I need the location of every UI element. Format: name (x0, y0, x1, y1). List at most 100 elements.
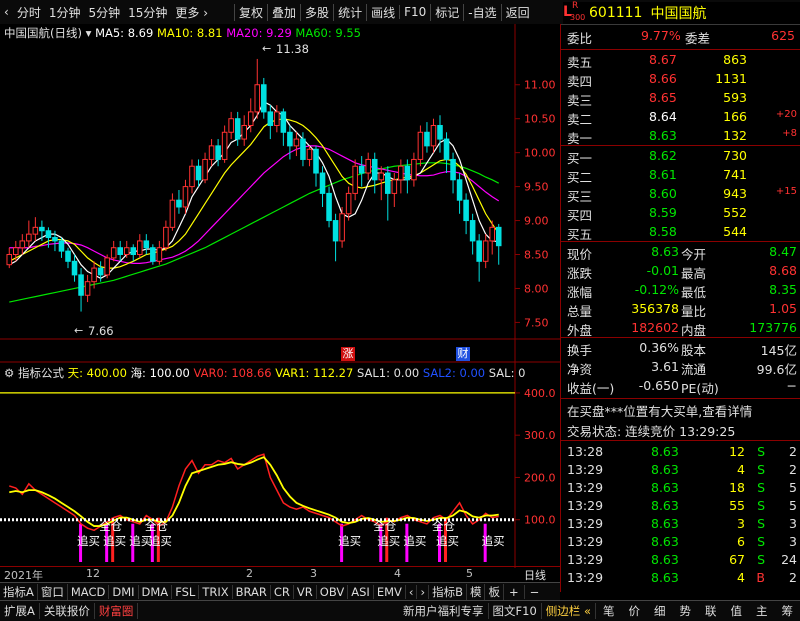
toolbar-item-f10[interactable]: F10 (399, 5, 430, 19)
side-tab-shi[interactable]: 势 (673, 603, 699, 619)
tick-price: 8.63 (651, 444, 679, 459)
zhuimai-label: 追买 (149, 533, 172, 549)
candle-body (431, 125, 436, 145)
side-tab-xi[interactable]: 细 (647, 603, 673, 619)
tick-volume: 4 (737, 570, 745, 585)
ask-label: 卖二 (567, 109, 592, 128)
toolbar-item-15min[interactable]: 15分钟 (124, 4, 171, 21)
toolbar-arrow-icon[interactable]: ‹ (0, 5, 13, 19)
chevron-down-icon[interactable]: ▾ (86, 26, 92, 40)
bid-price: 8.61 (649, 167, 677, 182)
price-axis-label: 8.50 (524, 249, 549, 262)
sal2-value: SAL2: 0.00 (423, 366, 485, 380)
tab-trix[interactable]: TRIX (199, 585, 232, 599)
candle-body (372, 159, 377, 179)
tick-side: S (757, 498, 765, 513)
tab-add-icon[interactable]: + (504, 585, 525, 599)
candle-body (53, 238, 58, 241)
fund-value-right: 99.6亿 (757, 359, 797, 378)
candle-body (216, 146, 221, 160)
toolbar-item-5min[interactable]: 5分钟 (84, 4, 124, 21)
bid-volume: 730 (723, 148, 747, 163)
candle-body (46, 231, 51, 238)
tab-guanlian-baojia[interactable]: 关联报价 (40, 603, 95, 619)
ask-label: 卖四 (567, 71, 592, 90)
tab-asi[interactable]: ASI (348, 585, 374, 599)
tab-kuozhan-a[interactable]: 扩展A (0, 603, 40, 619)
tab-macd[interactable]: MACD (68, 585, 109, 599)
tab-dma[interactable]: DMA (139, 585, 173, 599)
tab-zhibiao-b[interactable]: 指标B (429, 584, 467, 600)
tab-ban[interactable]: 板 (485, 584, 504, 600)
tab-remove-icon[interactable]: − (525, 585, 545, 599)
toolbar-item-biaoji[interactable]: 标记 (430, 4, 463, 21)
toolbar-item-fanhui[interactable]: 返回 (501, 4, 534, 21)
tick-side: S (757, 516, 765, 531)
candle-body (327, 193, 332, 220)
tick-time: 13:29 (567, 534, 603, 549)
indicator-name[interactable]: 指标公式 (18, 366, 64, 380)
big-order-notice[interactable]: 在买盘***位置有大买单,查看详情 (567, 401, 752, 420)
side-tab-bi[interactable]: 笔 (596, 603, 622, 619)
tick-count: 3 (789, 516, 797, 531)
bid-change: +15 (776, 186, 797, 197)
side-tab-zhu[interactable]: 主 (749, 603, 775, 619)
cycle-label[interactable]: 日线 (524, 567, 546, 583)
candle-body (275, 112, 280, 126)
candle-body (262, 85, 267, 112)
fund-row: 换手0.36%股本145亿 (561, 340, 800, 358)
tab-scroll-left-icon[interactable]: ‹ (406, 585, 418, 599)
tab-emv[interactable]: EMV (374, 585, 406, 599)
tab-zhibiao-a[interactable]: 指标A (0, 584, 38, 600)
tick-price: 8.63 (651, 498, 679, 513)
tab-caifuquan[interactable]: 财富圈 (95, 603, 139, 619)
toolbar-item-fenshi[interactable]: 分时 (13, 4, 45, 21)
tab-dmi[interactable]: DMI (109, 585, 138, 599)
quote-value-right: 8.47 (769, 244, 797, 259)
indicator-tabs: 指标A 窗口 MACD DMI DMA FSL TRIX BRAR CR VR … (0, 582, 560, 600)
graphic-f10-button[interactable]: 图文F10 (489, 603, 542, 619)
bid-label: 买二 (567, 167, 592, 186)
new-user-benefit-link[interactable]: 新用户福利专享 (399, 603, 489, 619)
tab-obv[interactable]: OBV (317, 585, 348, 599)
toolbar-item-tongji[interactable]: 统计 (333, 4, 366, 21)
ma10-label: MA10: 8.81 (157, 26, 223, 40)
zhuimai-label: 追买 (403, 533, 426, 549)
toolbar-item-duogu[interactable]: 多股 (300, 4, 333, 21)
toolbar-item-diejia[interactable]: 叠加 (267, 4, 300, 21)
candle-body (268, 112, 273, 126)
tab-chuangkou[interactable]: 窗口 (38, 584, 68, 600)
notice-row[interactable]: 在买盘***位置有大买单,查看详情 (561, 401, 800, 419)
tick-volume: 67 (729, 552, 745, 567)
side-tab-lian[interactable]: 联 (698, 603, 724, 619)
cai-event-mark[interactable]: 财 (456, 347, 470, 361)
candle-body (353, 166, 358, 193)
stock-code: 601111 (589, 5, 642, 21)
toolbar-item-huaxian[interactable]: 画线 (366, 4, 399, 21)
tab-scroll-right-icon[interactable]: › (417, 585, 429, 599)
zhuimai-label: 追买 (436, 533, 459, 549)
candle-body (255, 85, 260, 112)
toolbar-item-1min[interactable]: 1分钟 (45, 4, 85, 21)
candle-body (7, 255, 12, 265)
toolbar-item-zixuan[interactable]: -自选 (463, 4, 500, 21)
quancang-label: 全仓 (373, 518, 396, 534)
side-tab-jia[interactable]: 价 (622, 603, 648, 619)
ask-change: +8 (782, 128, 797, 139)
toolbar-item-fuquan[interactable]: 复权 (234, 4, 267, 21)
tab-brar[interactable]: BRAR (233, 585, 271, 599)
quancang-label: 全仓 (145, 518, 168, 534)
sidebar-toggle-button[interactable]: 侧边栏 « (542, 603, 596, 619)
gear-icon[interactable]: ⚙ (4, 366, 14, 380)
tab-fsl[interactable]: FSL (172, 585, 199, 599)
side-tab-zhi[interactable]: 值 (724, 603, 750, 619)
toolbar-item-more[interactable]: 更多 › (171, 4, 212, 21)
tab-vr[interactable]: VR (294, 585, 317, 599)
tick-count: 2 (789, 570, 797, 585)
kline-chart[interactable]: 11.0010.5010.009.509.008.508.007.50 400.… (0, 24, 560, 568)
bid-price: 8.62 (649, 148, 677, 163)
tab-cr[interactable]: CR (271, 585, 294, 599)
side-tab-chou[interactable]: 筹 (775, 603, 800, 619)
zhang-event-mark[interactable]: 涨 (341, 347, 355, 361)
tab-mo[interactable]: 模 (467, 584, 486, 600)
